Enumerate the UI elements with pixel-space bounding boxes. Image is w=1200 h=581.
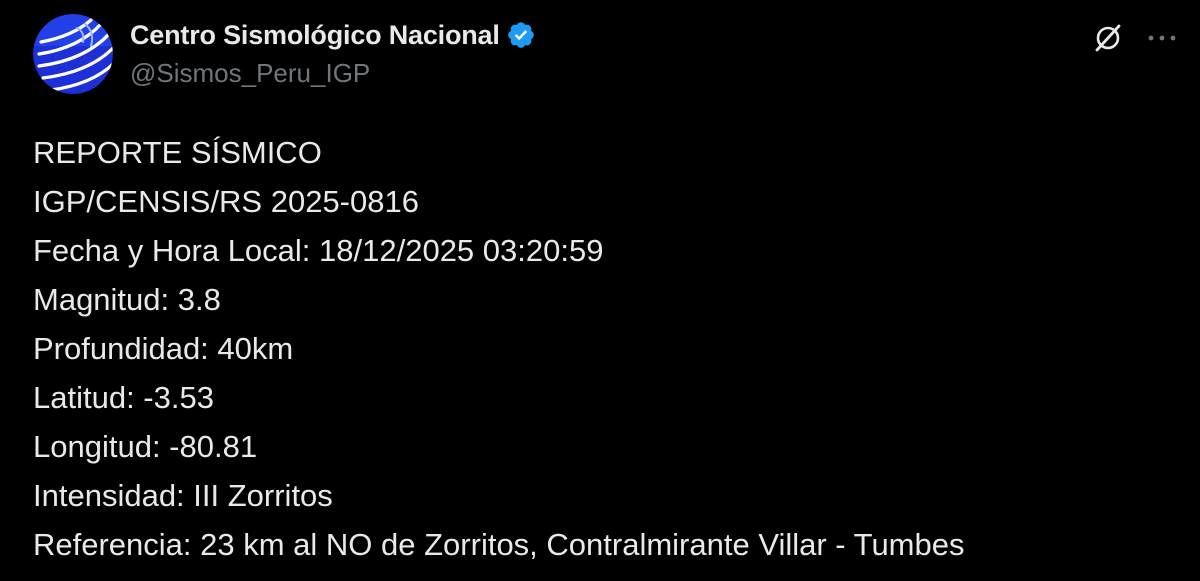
author-info: Centro Sismológico Nacional @Sismos_Peru… xyxy=(130,16,536,89)
report-latitude-line: Latitud: -3.53 xyxy=(33,380,214,415)
author-display-name[interactable]: Centro Sismológico Nacional xyxy=(130,20,500,51)
report-intensity-line: Intensidad: III Zorritos xyxy=(33,478,333,513)
report-id-line: IGP/CENSIS/RS 2025-0816 xyxy=(33,184,419,219)
report-longitude-line: Longitud: -80.81 xyxy=(33,429,258,464)
author-handle[interactable]: @Sismos_Peru_IGP xyxy=(130,58,536,89)
report-datetime-line: Fecha y Hora Local: 18/12/2025 03:20:59 xyxy=(33,233,604,268)
report-magnitude-line: Magnitud: 3.8 xyxy=(33,282,221,317)
grok-button[interactable] xyxy=(1088,18,1128,58)
more-options-button[interactable] xyxy=(1140,18,1184,58)
report-title-line: REPORTE SÍSMICO xyxy=(33,135,322,170)
tweet-text: REPORTE SÍSMICO IGP/CENSIS/RS 2025-0816 … xyxy=(33,128,1173,569)
report-depth-line: Profundidad: 40km xyxy=(33,331,294,366)
report-reference-line: Referencia: 23 km al NO de Zorritos, Con… xyxy=(33,527,965,562)
author-avatar[interactable] xyxy=(33,14,113,94)
tweet-card: Centro Sismológico Nacional @Sismos_Peru… xyxy=(0,0,1200,581)
igp-logo-icon xyxy=(33,14,113,94)
grok-icon xyxy=(1095,24,1121,52)
verified-badge-icon xyxy=(506,20,536,50)
more-dots-icon xyxy=(1148,35,1176,41)
